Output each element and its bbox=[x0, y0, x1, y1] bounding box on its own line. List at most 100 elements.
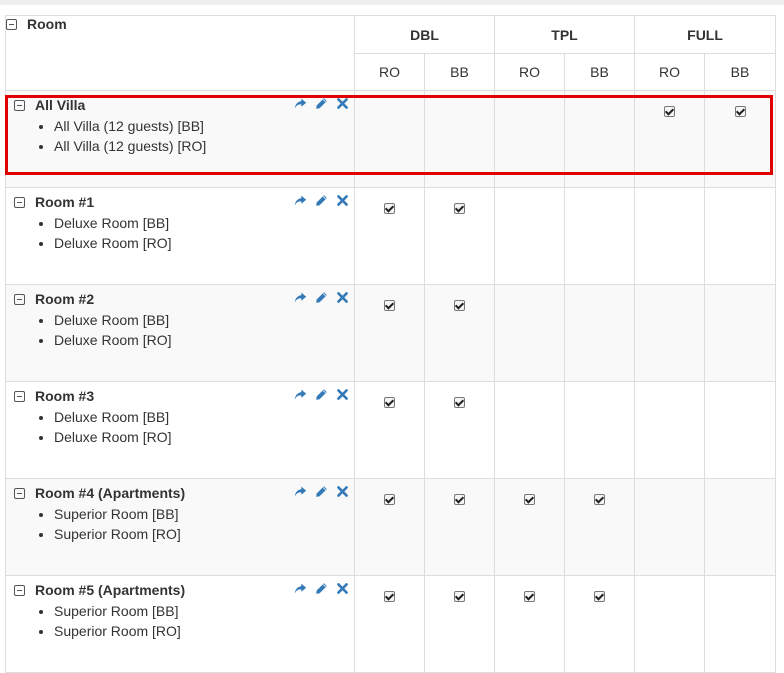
share-icon[interactable] bbox=[294, 485, 307, 498]
rate-cell-tpl-bb bbox=[563, 381, 636, 479]
collapse-icon[interactable] bbox=[14, 390, 25, 402]
row-actions bbox=[294, 388, 349, 401]
rate-cell-dbl-ro bbox=[354, 575, 425, 673]
table-row: Room #1 Deluxe Room [BB]Deluxe Room [RO] bbox=[5, 187, 777, 285]
subheader-dbl-ro: RO bbox=[354, 53, 425, 91]
share-icon[interactable] bbox=[294, 582, 307, 595]
room-rate-table: Room DBL TPL FULL RO BB RO BB RO BB All … bbox=[5, 15, 777, 673]
rate-cell-full-bb bbox=[704, 187, 777, 285]
rate-cell-full-ro bbox=[634, 187, 706, 285]
share-icon[interactable] bbox=[294, 291, 307, 304]
rate-checkbox-dbl-ro[interactable] bbox=[384, 397, 395, 408]
room-name: Room #2 bbox=[35, 291, 95, 307]
rate-cell-dbl-ro bbox=[354, 284, 425, 382]
rate-item: Deluxe Room [BB] bbox=[54, 310, 354, 330]
rate-cell-dbl-ro bbox=[354, 187, 425, 285]
rate-checkbox-dbl-ro[interactable] bbox=[384, 494, 395, 505]
room-header-label: Room bbox=[27, 16, 67, 32]
table-row: Room #2 Deluxe Room [BB]Deluxe Room [RO] bbox=[5, 284, 777, 382]
rate-cell-tpl-ro bbox=[494, 381, 565, 479]
share-icon[interactable] bbox=[294, 97, 307, 110]
rate-checkbox-dbl-ro[interactable] bbox=[384, 203, 395, 214]
rate-list: All Villa (12 guests) [BB]All Villa (12 … bbox=[14, 116, 354, 156]
rate-item: Superior Room [RO] bbox=[54, 621, 354, 641]
room-cell: Room #5 (Apartments) Superior Room [BB]Su… bbox=[5, 575, 355, 673]
room-name: Room #3 bbox=[35, 388, 95, 404]
subheader-full-ro: RO bbox=[634, 53, 706, 91]
delete-icon[interactable] bbox=[336, 97, 349, 110]
rate-cell-dbl-bb bbox=[424, 187, 495, 285]
rate-item: Deluxe Room [RO] bbox=[54, 233, 354, 253]
delete-icon[interactable] bbox=[336, 485, 349, 498]
room-name: All Villa bbox=[35, 97, 86, 113]
rate-cell-dbl-bb bbox=[424, 284, 495, 382]
rate-cell-tpl-ro bbox=[494, 284, 565, 382]
delete-icon[interactable] bbox=[336, 582, 349, 595]
edit-icon[interactable] bbox=[315, 97, 328, 110]
room-cell: Room #4 (Apartments) Superior Room [BB]Su… bbox=[5, 478, 355, 576]
collapse-icon[interactable] bbox=[14, 99, 25, 111]
group-header-tpl: TPL bbox=[493, 15, 636, 54]
rate-cell-tpl-bb bbox=[563, 187, 636, 285]
subheader-tpl-ro: RO bbox=[494, 53, 565, 91]
room-column-header: Room bbox=[5, 15, 355, 91]
share-icon[interactable] bbox=[294, 388, 307, 401]
room-cell: All Villa All Villa (12 guests) [BB]All V… bbox=[5, 90, 355, 188]
rate-checkbox-dbl-bb[interactable] bbox=[454, 494, 465, 505]
rate-cell-full-bb bbox=[704, 284, 777, 382]
delete-icon[interactable] bbox=[336, 291, 349, 304]
rate-item: Superior Room [BB] bbox=[54, 601, 354, 621]
table-row: All Villa All Villa (12 guests) [BB]All V… bbox=[5, 90, 777, 188]
edit-icon[interactable] bbox=[315, 582, 328, 595]
edit-icon[interactable] bbox=[315, 388, 328, 401]
rate-cell-full-ro bbox=[634, 575, 706, 673]
edit-icon[interactable] bbox=[315, 291, 328, 304]
edit-icon[interactable] bbox=[315, 194, 328, 207]
rate-cell-tpl-bb bbox=[563, 90, 636, 188]
rate-checkbox-dbl-ro[interactable] bbox=[384, 591, 395, 602]
rate-checkbox-dbl-bb[interactable] bbox=[454, 203, 465, 214]
table-row: Room #5 (Apartments) Superior Room [BB]Su… bbox=[5, 575, 777, 673]
table-row: Room #3 Deluxe Room [BB]Deluxe Room [RO] bbox=[5, 381, 777, 479]
rate-list: Deluxe Room [BB]Deluxe Room [RO] bbox=[14, 310, 354, 350]
rate-checkbox-dbl-bb[interactable] bbox=[454, 300, 465, 311]
subheader-tpl-bb: BB bbox=[563, 53, 636, 91]
row-actions bbox=[294, 97, 349, 110]
collapse-icon[interactable] bbox=[14, 293, 25, 305]
room-name: Room #1 bbox=[35, 194, 95, 210]
rate-checkbox-dbl-bb[interactable] bbox=[454, 397, 465, 408]
rate-list: Deluxe Room [BB]Deluxe Room [RO] bbox=[14, 213, 354, 253]
delete-icon[interactable] bbox=[336, 388, 349, 401]
rate-checkbox-tpl-bb[interactable] bbox=[594, 494, 605, 505]
rate-checkbox-dbl-ro[interactable] bbox=[384, 300, 395, 311]
rate-checkbox-dbl-bb[interactable] bbox=[454, 591, 465, 602]
room-name: Room #4 (Apartments) bbox=[35, 485, 186, 501]
rate-cell-tpl-ro bbox=[494, 90, 565, 188]
rate-cell-dbl-bb bbox=[424, 575, 495, 673]
collapse-icon[interactable] bbox=[14, 584, 25, 596]
rate-cell-full-ro bbox=[634, 381, 706, 479]
rate-cell-tpl-ro bbox=[494, 187, 565, 285]
rate-checkbox-full-bb[interactable] bbox=[734, 106, 746, 117]
rate-item: All Villa (12 guests) [BB] bbox=[54, 116, 354, 136]
rate-checkbox-tpl-ro[interactable] bbox=[524, 591, 535, 602]
rate-checkbox-full-ro[interactable] bbox=[664, 106, 676, 117]
collapse-icon[interactable] bbox=[14, 196, 25, 208]
collapse-all-icon[interactable] bbox=[6, 18, 17, 30]
collapse-icon[interactable] bbox=[14, 487, 25, 499]
rate-checkbox-tpl-ro[interactable] bbox=[524, 494, 535, 505]
edit-icon[interactable] bbox=[315, 485, 328, 498]
row-actions bbox=[294, 582, 349, 595]
rate-item: Superior Room [RO] bbox=[54, 524, 354, 544]
rate-item: Deluxe Room [BB] bbox=[54, 407, 354, 427]
share-icon[interactable] bbox=[294, 194, 307, 207]
rate-cell-tpl-bb bbox=[563, 284, 636, 382]
rate-item: Deluxe Room [RO] bbox=[54, 330, 354, 350]
rate-item: All Villa (12 guests) [RO] bbox=[54, 136, 354, 156]
room-cell: Room #3 Deluxe Room [BB]Deluxe Room [RO] bbox=[5, 381, 355, 479]
rate-list: Superior Room [BB]Superior Room [RO] bbox=[14, 504, 354, 544]
room-cell: Room #2 Deluxe Room [BB]Deluxe Room [RO] bbox=[5, 284, 355, 382]
rate-checkbox-tpl-bb[interactable] bbox=[594, 591, 605, 602]
delete-icon[interactable] bbox=[336, 194, 349, 207]
row-actions bbox=[294, 485, 349, 498]
